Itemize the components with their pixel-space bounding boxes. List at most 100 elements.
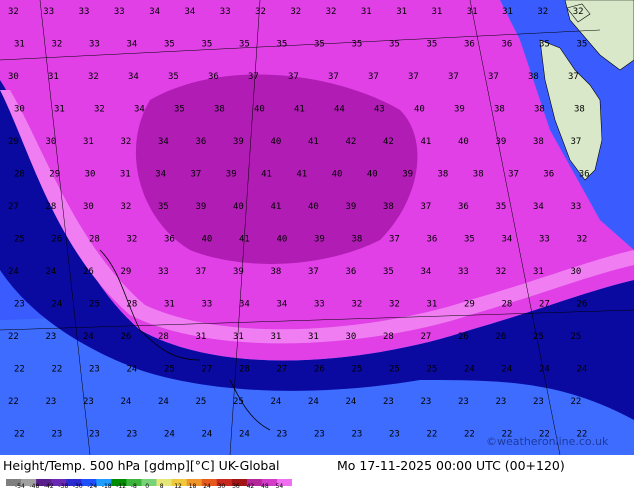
- grid-value: 34: [239, 300, 250, 310]
- grid-value: 31: [233, 332, 244, 342]
- grid-value: 40: [332, 170, 343, 180]
- grid-value: 41: [294, 105, 305, 115]
- grid-value: 25: [89, 300, 100, 310]
- grid-value: 28: [239, 365, 250, 375]
- grid-value: 29: [121, 267, 132, 277]
- grid-value: 38: [494, 105, 505, 115]
- grid-value: 24: [46, 267, 57, 277]
- grid-value: 39: [402, 170, 413, 180]
- grid-value: 36: [427, 235, 438, 245]
- colorbar-tick-label: 48: [261, 483, 269, 490]
- grid-value: 23: [89, 430, 100, 440]
- grid-value: 25: [533, 332, 544, 342]
- grid-value: 24: [464, 365, 475, 375]
- grid-value: 31: [361, 7, 372, 17]
- grid-value: 23: [46, 332, 57, 342]
- grid-value: 42: [346, 137, 357, 147]
- grid-value: 34: [502, 235, 513, 245]
- grid-value: 28: [89, 235, 100, 245]
- grid-value: 31: [432, 7, 443, 17]
- grid-value: 27: [421, 332, 432, 342]
- grid-value: 38: [533, 137, 544, 147]
- grid-value: 32: [389, 300, 400, 310]
- colorbar-tick-label: 54: [275, 483, 284, 490]
- grid-value: 38: [352, 235, 363, 245]
- temperature-field: 32 33 33 33 34 34 33 32 32 32 31 31 31 31 31 32 32 31 32 33…: [0, 0, 634, 455]
- colorbar-tick-label: -24: [87, 483, 98, 490]
- grid-value: 24: [8, 267, 19, 277]
- grid-value: 32: [573, 7, 584, 17]
- grid-value: 24: [346, 397, 357, 407]
- grid-value: 22: [571, 397, 582, 407]
- grid-value: 29: [464, 300, 475, 310]
- grid-value: 35: [427, 40, 438, 50]
- grid-value: 33: [202, 300, 213, 310]
- colorbar-tick-label: 0: [145, 483, 150, 490]
- colorbar-labels: -54 -48 -42 -38 -30 -24 -18 -12 -8 0 8 12 18 24 30 36 42…: [15, 483, 305, 493]
- grid-value: 23: [314, 430, 325, 440]
- grid-value: 41: [308, 137, 319, 147]
- grid-value: 37: [328, 72, 339, 82]
- grid-value: 35: [277, 40, 288, 50]
- grid-value: 37: [488, 72, 499, 82]
- grid-value: 24: [502, 365, 513, 375]
- grid-value: 31: [48, 72, 59, 82]
- grid-value: 34: [155, 170, 166, 180]
- colorbar-tick-label: 8: [159, 483, 164, 490]
- grid-value: 24: [52, 300, 63, 310]
- grid-value: 34: [127, 40, 138, 50]
- grid-value: 24: [577, 365, 588, 375]
- grid-value: 36: [458, 202, 469, 212]
- colorbar-tick-label: 24: [203, 483, 211, 490]
- grid-value: 28: [383, 332, 394, 342]
- colorbar-tick-label: 18: [188, 483, 197, 490]
- grid-value: 24: [539, 365, 550, 375]
- grid-value: 27: [539, 300, 550, 310]
- grid-value: 32: [537, 7, 548, 17]
- grid-value: 31: [502, 7, 513, 17]
- grid-value: 28: [14, 170, 25, 180]
- grid-value: 39: [346, 202, 357, 212]
- grid-value: 33: [79, 7, 90, 17]
- grid-value: 27: [277, 365, 288, 375]
- grid-value: 24: [271, 397, 282, 407]
- grid-value: 25: [14, 235, 25, 245]
- grid-value: 35: [314, 40, 325, 50]
- colorbar-tick-label: 30: [217, 483, 226, 490]
- grid-value: 28: [127, 300, 138, 310]
- grid-value: 44: [334, 105, 345, 115]
- grid-value: 38: [528, 72, 539, 82]
- grid-value: 23: [46, 397, 57, 407]
- grid-value: 32: [255, 7, 266, 17]
- grid-value: 32: [352, 300, 363, 310]
- grid-value: 34: [277, 300, 288, 310]
- grid-value: 35: [389, 40, 400, 50]
- grid-value: 40: [202, 235, 213, 245]
- grid-value: 35: [158, 202, 169, 212]
- grid-value: 37: [191, 170, 202, 180]
- grid-value: 35: [464, 235, 475, 245]
- grid-value: 33: [220, 7, 231, 17]
- grid-value: 35: [496, 202, 507, 212]
- grid-value: 34: [185, 7, 196, 17]
- grid-value: 23: [52, 430, 63, 440]
- grid-value: 41: [296, 170, 307, 180]
- grid-value: 23: [277, 430, 288, 440]
- grid-value: 31: [308, 332, 319, 342]
- grid-value: 24: [239, 430, 250, 440]
- grid-value: 35: [164, 40, 175, 50]
- grid-value: 30: [8, 72, 19, 82]
- grid-value: 35: [168, 72, 179, 82]
- grid-value: 22: [14, 430, 25, 440]
- grid-value: 26: [314, 365, 325, 375]
- grid-value: 25: [233, 397, 244, 407]
- grid-value: 36: [346, 267, 357, 277]
- grid-value: 33: [458, 267, 469, 277]
- grid-value: 38: [214, 105, 225, 115]
- grid-value: 22: [8, 397, 19, 407]
- grid-value: 23: [389, 430, 400, 440]
- grid-value: 36: [196, 137, 207, 147]
- grid-value: 32: [496, 267, 507, 277]
- grid-value: 23: [83, 397, 94, 407]
- map-title: Height/Temp. 500 hPa [gdmp][°C] UK-Globa…: [3, 458, 280, 473]
